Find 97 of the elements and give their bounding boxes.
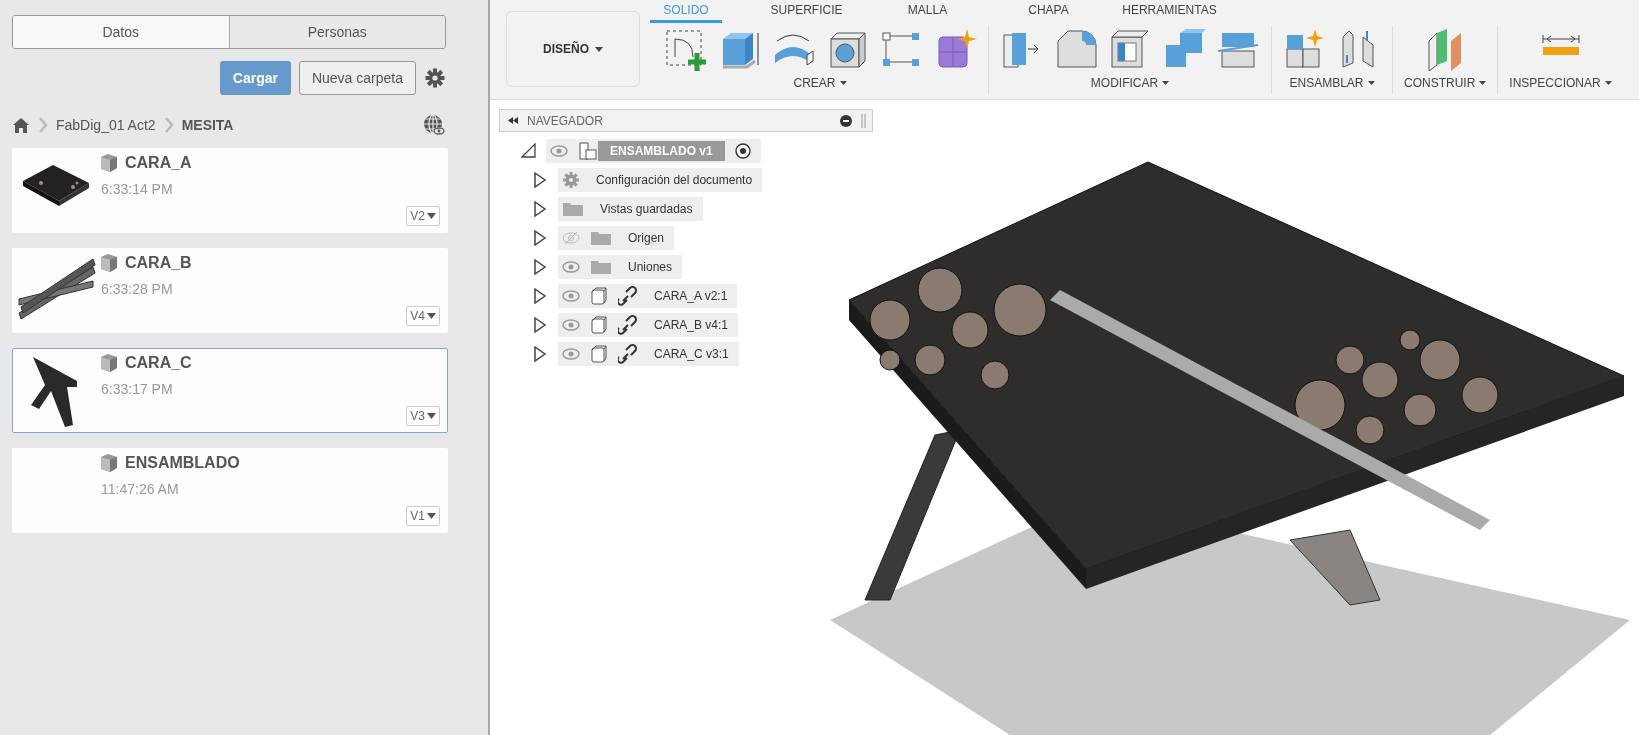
eye-icon[interactable] <box>562 288 580 303</box>
caret-icon <box>1162 81 1170 85</box>
collapse-icon[interactable] <box>508 116 518 125</box>
plate-thumbnail-drawing <box>23 164 89 206</box>
link-icon <box>618 343 638 364</box>
fillet-icon[interactable] <box>1054 27 1098 71</box>
file-name: CARA_C <box>125 354 192 372</box>
caret-icon <box>427 412 436 420</box>
file-time: 6:33:17 PM <box>101 381 174 397</box>
caret-icon <box>839 81 847 85</box>
component-icon <box>590 285 608 306</box>
caret-icon <box>427 512 436 520</box>
create-sketch-icon[interactable] <box>663 27 707 71</box>
tree-item-label: Uniones <box>628 259 673 274</box>
component-icon <box>590 314 608 335</box>
tree-item-label: CARA_C v3:1 <box>654 346 729 361</box>
breadcrumb-link[interactable]: MESITA <box>181 117 234 133</box>
caret-icon <box>1479 81 1487 85</box>
expanded-arrow-icon[interactable] <box>521 142 536 159</box>
globe-eye-icon[interactable] <box>423 114 446 136</box>
tool-group-menu[interactable]: MODIFICAR <box>1090 76 1170 90</box>
component-icon <box>99 253 119 273</box>
active-radio-icon[interactable] <box>734 142 751 159</box>
tree-item-label: ENSAMBLADO v1 <box>598 140 725 161</box>
component-icon <box>99 453 119 473</box>
file-card[interactable]: ENSAMBLADO 11:47:26 AM V1 <box>12 448 448 533</box>
tree-item-label: CARA_A v2:1 <box>654 288 728 303</box>
caret-icon <box>595 46 603 52</box>
folder-icon <box>590 258 612 275</box>
collapsed-arrow-icon[interactable] <box>533 171 548 188</box>
file-name: CARA_A <box>125 154 192 172</box>
collapsed-arrow-icon[interactable] <box>533 229 548 246</box>
caret-icon <box>1604 81 1612 85</box>
version-dropdown[interactable]: V3 <box>406 406 440 426</box>
settings-icon <box>562 170 580 189</box>
tree-item[interactable]: Configuración del documento <box>558 167 763 192</box>
collapsed-arrow-icon[interactable] <box>533 258 548 275</box>
collapsed-arrow-icon[interactable] <box>533 345 548 362</box>
tree-item-label: Origen <box>628 230 665 245</box>
settings-icon[interactable] <box>424 67 446 89</box>
browser-title: NAVEGADOR <box>527 113 603 128</box>
component-icon <box>99 153 119 173</box>
caret-icon <box>427 212 436 220</box>
ribbon-tab[interactable]: SUPERFICIE <box>746 3 867 23</box>
collapsed-arrow-icon[interactable] <box>533 200 548 217</box>
file-time: 6:33:28 PM <box>101 281 174 297</box>
file-card[interactable]: CARA_A 6:33:14 PM V2 <box>12 148 448 233</box>
eye-icon[interactable] <box>550 143 568 158</box>
breadcrumb-link[interactable]: FabDig_01 Act2 <box>56 117 156 133</box>
workspace-dropdown[interactable]: DISEÑO <box>506 11 640 87</box>
ribbon-tab[interactable]: CHAPA <box>988 3 1109 23</box>
minimize-icon[interactable] <box>840 114 852 127</box>
tree-item[interactable]: CARA_A v2:1 <box>558 283 738 308</box>
tree-item-label: Configuración del documento <box>596 172 753 187</box>
tree-item-label: Vistas guardadas <box>600 201 693 216</box>
link-icon <box>618 314 638 335</box>
panel-tab[interactable]: Personas <box>228 16 445 48</box>
tree-item[interactable]: Vistas guardadas <box>558 196 703 221</box>
eye-icon[interactable] <box>562 259 580 274</box>
tool-group-menu[interactable]: CREAR <box>793 76 847 90</box>
folder-icon <box>590 229 612 246</box>
collapsed-arrow-icon[interactable] <box>533 316 548 333</box>
chevron-icon <box>163 117 174 133</box>
home-icon[interactable] <box>12 116 30 134</box>
chevron-icon <box>38 117 48 133</box>
version-dropdown[interactable]: V1 <box>406 506 440 526</box>
version-dropdown[interactable]: V4 <box>406 306 440 326</box>
file-card[interactable]: CARA_C 6:33:17 PM V3 <box>12 348 448 433</box>
tool-group-menu[interactable]: ENSAMBLAR <box>1289 76 1375 90</box>
caret-icon <box>1367 81 1375 85</box>
eye-icon[interactable] <box>562 317 580 332</box>
tree-item[interactable]: CARA_C v3:1 <box>558 341 739 366</box>
tool-group-menu[interactable]: INSPECCIONAR <box>1509 76 1612 90</box>
tool-group-menu[interactable]: CONSTRUIR <box>1404 76 1487 90</box>
ribbon-tab[interactable]: MALLA <box>867 3 988 23</box>
file-name: CARA_B <box>125 254 192 272</box>
link-icon <box>618 285 638 306</box>
folder-icon <box>562 200 584 217</box>
component-icon <box>590 343 608 364</box>
component-icon <box>99 353 119 373</box>
file-name: ENSAMBLADO <box>125 454 240 472</box>
tree-item[interactable]: Uniones <box>558 254 683 279</box>
caret-icon <box>427 312 436 320</box>
file-time: 11:47:26 AM <box>101 481 180 497</box>
new-folder-button[interactable]: Nueva carpeta <box>298 61 416 95</box>
tree-item[interactable]: CARA_B v4:1 <box>558 312 739 337</box>
assembly-icon <box>578 140 598 161</box>
collapsed-arrow-icon[interactable] <box>533 287 548 304</box>
resize-handle-icon[interactable] <box>861 113 866 128</box>
file-card[interactable]: CARA_B 6:33:28 PM V4 <box>12 248 448 333</box>
file-time: 6:33:14 PM <box>101 181 174 197</box>
tree-item-label: CARA_B v4:1 <box>654 317 729 332</box>
version-dropdown[interactable]: V2 <box>406 206 440 226</box>
tree-item[interactable]: Origen <box>558 225 675 250</box>
panel-tab[interactable]: Datos <box>13 16 229 48</box>
eye-icon[interactable] <box>562 346 580 361</box>
ribbon-tab[interactable]: HERRAMIENTAS <box>1109 3 1230 23</box>
